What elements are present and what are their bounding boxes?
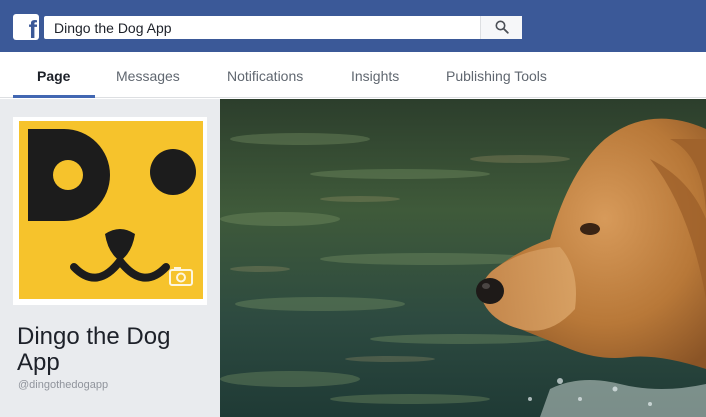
page-tabs: Page Messages Notifications Insights Pub… [0, 52, 706, 98]
search-input-value: Dingo the Dog App [54, 20, 172, 36]
camera-icon [169, 267, 193, 286]
facebook-logo-icon[interactable]: f [13, 14, 39, 40]
search-button[interactable] [480, 16, 522, 39]
dog-face-logo-icon [28, 129, 196, 286]
active-tab-indicator [13, 95, 95, 98]
top-navigation-bar: f Dingo the Dog App [0, 0, 706, 52]
tab-publishing-tools[interactable]: Publishing Tools [446, 68, 547, 84]
search-input[interactable]: Dingo the Dog App [44, 16, 522, 39]
golden-retriever-photo [220, 99, 706, 417]
search-icon [495, 20, 509, 34]
page-title[interactable]: Dingo the Dog App [17, 324, 207, 376]
profile-picture[interactable] [19, 121, 203, 299]
tab-messages[interactable]: Messages [116, 68, 180, 84]
page-username[interactable]: @dingothedogapp [18, 379, 108, 391]
tab-insights[interactable]: Insights [351, 68, 399, 84]
facebook-logo-letter: f [28, 16, 37, 41]
tab-notifications[interactable]: Notifications [227, 68, 303, 84]
cover-photo[interactable] [220, 99, 706, 417]
tab-page[interactable]: Page [37, 68, 70, 84]
